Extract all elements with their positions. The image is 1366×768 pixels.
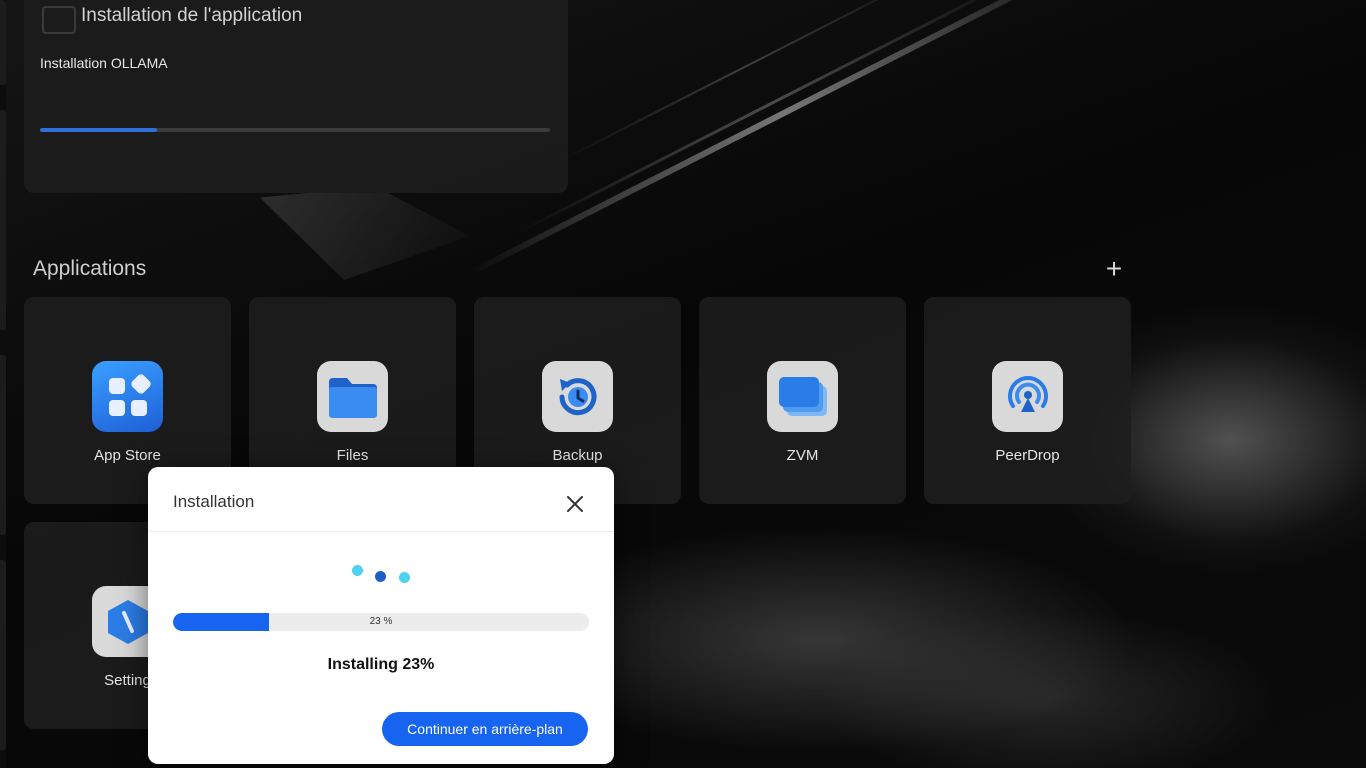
spinner-dot (375, 571, 386, 582)
app-tile-label: ZVM (786, 447, 819, 464)
install-widget-progress-track (40, 128, 550, 132)
folder-icon (317, 361, 388, 432)
install-progress-label: 23 % (369, 616, 393, 627)
app-tile-label: PeerDrop (995, 447, 1060, 464)
app-tile-zvm[interactable]: ZVM (699, 297, 906, 504)
rail-segment (0, 110, 6, 330)
applications-heading: Applications (33, 257, 147, 280)
spinner-dot (352, 565, 363, 576)
app-tile-label: Files (336, 447, 369, 464)
install-widget-progress-fill (40, 128, 158, 132)
desktop-background: Installation de l'application Installati… (0, 0, 1366, 768)
install-widget-title: Installation de l'application (81, 5, 303, 26)
rail-segment (0, 0, 6, 85)
wallpaper-streak (559, 0, 935, 162)
install-progress-bar: 23 % (173, 613, 589, 631)
app-tile-label: App Store (94, 447, 161, 464)
spinner-dot (399, 572, 410, 583)
install-progress-widget[interactable]: Installation de l'application Installati… (24, 0, 568, 193)
zvm-windows-icon (767, 361, 838, 432)
loading-spinner (148, 467, 614, 607)
install-status-text: Installing 23% (327, 656, 435, 673)
peerdrop-broadcast-icon (992, 361, 1063, 432)
app-tile-peerdrop[interactable]: PeerDrop (924, 297, 1131, 504)
app-tile-label: Backup (552, 447, 603, 464)
install-widget-icon (42, 6, 76, 34)
rail-segment (0, 560, 6, 750)
add-application-button[interactable]: + (1100, 255, 1128, 283)
continue-in-background-button[interactable]: Continuer en arrière-plan (382, 712, 588, 746)
installation-dialog: Installation 23 % Installing 23% Continu… (148, 467, 614, 764)
install-widget-subtitle: Installation OLLAMA (40, 55, 168, 71)
backup-clock-icon (542, 361, 613, 432)
left-rail (0, 0, 6, 768)
rail-segment (0, 355, 6, 535)
app-store-icon (92, 361, 163, 432)
